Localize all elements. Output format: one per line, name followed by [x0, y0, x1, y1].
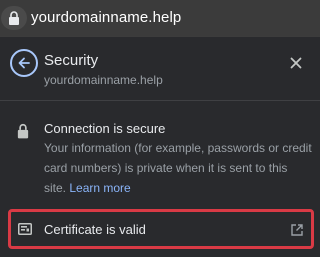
close-button[interactable] [284, 51, 308, 75]
connection-status-title: Connection is secure [44, 121, 166, 136]
certificate-label: Certificate is valid [44, 222, 146, 237]
omnibox: yourdomainname.help [0, 0, 320, 36]
panel-title: Security [44, 52, 99, 69]
close-icon [290, 57, 302, 69]
back-button[interactable] [10, 49, 38, 77]
lock-icon [9, 11, 19, 25]
connection-description: Your information (for example, passwords… [44, 138, 312, 198]
lock-icon [17, 123, 29, 139]
back-arrow-icon [18, 57, 30, 69]
panel-subtitle: yourdomainname.help [44, 73, 163, 87]
learn-more-link[interactable]: Learn more [69, 181, 130, 195]
omnibox-url[interactable]: yourdomainname.help [31, 9, 181, 26]
panel-header: Security yourdomainname.help [0, 37, 320, 99]
certificate-button[interactable]: Certificate is valid [8, 209, 314, 249]
site-info-button[interactable] [1, 6, 27, 30]
certificate-icon [18, 223, 32, 235]
security-panel: Security yourdomainname.help Connection … [0, 36, 320, 257]
external-link-icon [291, 224, 303, 236]
divider [0, 100, 320, 101]
